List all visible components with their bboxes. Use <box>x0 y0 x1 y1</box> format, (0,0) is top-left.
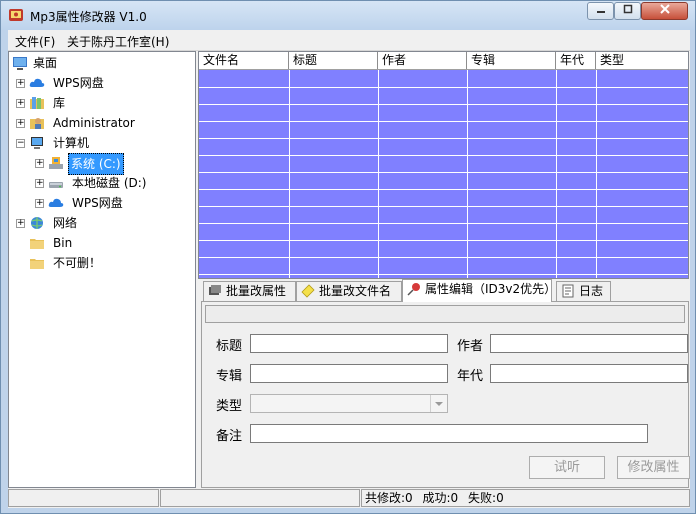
tree-item-label: 桌面 <box>33 56 58 70</box>
tab-attribute-edit[interactable]: 属性编辑（ID3v2优先） <box>402 279 556 302</box>
genre-select[interactable] <box>250 394 448 413</box>
tree-item-label: 计算机 <box>53 136 90 150</box>
expand-icon[interactable]: + <box>35 199 44 208</box>
status-counts: 共修改:0 成功:0 失败:0 <box>361 489 690 507</box>
log-icon <box>562 284 574 298</box>
tab-label: 批量改属性 <box>226 284 287 298</box>
collapse-icon[interactable]: − <box>16 139 25 148</box>
grid-rows[interactable] <box>199 70 688 278</box>
tab-log[interactable]: 日志 <box>556 281 611 301</box>
expand-icon[interactable]: + <box>16 79 25 88</box>
tree-item-label: 本地磁盘 (D:) <box>72 176 147 190</box>
preview-button[interactable]: 试听 <box>529 456 605 479</box>
column-header-author[interactable]: 作者 <box>378 52 467 69</box>
expand-icon[interactable]: + <box>16 219 25 228</box>
client-area: 桌面 + WPS网盘 + 库 + Administrator − 计算机 + 系… <box>8 51 690 488</box>
tab-label: 批量改文件名 <box>319 284 392 298</box>
album-label: 专辑 <box>216 369 243 384</box>
note-input[interactable] <box>250 424 648 443</box>
network-icon <box>31 217 43 229</box>
tree-item-label: 系统 (C:) <box>68 153 124 175</box>
tree-item-label: 库 <box>53 96 66 110</box>
menu-about[interactable]: 关于陈丹工作室(H) <box>67 33 169 50</box>
column-header-title[interactable]: 标题 <box>289 52 378 69</box>
app-window: Mp3属性修改器 V1.0 文件(F) 关于陈丹工作室(H) 桌面 + WPS网… <box>0 0 696 514</box>
folder-icon <box>30 239 44 249</box>
expand-icon[interactable]: + <box>35 159 44 168</box>
minimize-button[interactable] <box>587 2 614 20</box>
tree-item-label: 网络 <box>53 216 78 230</box>
minimize-icon <box>596 11 605 13</box>
column-header-genre[interactable]: 类型 <box>596 52 688 69</box>
tree-item-label: Administrator <box>53 116 135 130</box>
column-header-album[interactable]: 专辑 <box>467 52 556 69</box>
title-bar[interactable]: Mp3属性修改器 V1.0 <box>1 1 695 30</box>
expand-icon[interactable]: + <box>35 179 44 188</box>
system-drive-icon <box>49 157 63 169</box>
status-bar: 共修改:0 成功:0 失败:0 <box>8 488 690 508</box>
expand-icon[interactable]: + <box>16 99 25 108</box>
file-grid[interactable]: 文件名 标题 作者 专辑 年代 类型 <box>198 51 689 279</box>
success-count: 成功:0 <box>422 491 459 505</box>
folder-icon <box>30 259 44 269</box>
close-icon <box>659 4 670 14</box>
batch-edit-icon <box>209 285 221 295</box>
modified-count: 共修改:0 <box>365 491 413 505</box>
column-header-year[interactable]: 年代 <box>556 52 596 69</box>
status-pane-2 <box>160 489 360 507</box>
tab-batch-rename[interactable]: 批量改文件名 <box>296 281 402 301</box>
tree-item-label: Bin <box>53 236 73 250</box>
rename-icon <box>301 284 315 298</box>
author-label: 作者 <box>457 339 484 354</box>
note-label: 备注 <box>216 429 243 444</box>
column-header-filename[interactable]: 文件名 <box>199 52 289 69</box>
title-input[interactable] <box>250 334 448 353</box>
window-title: Mp3属性修改器 V1.0 <box>30 10 147 24</box>
tab-label: 属性编辑（ID3v2优先） <box>425 282 557 296</box>
pin-icon <box>407 283 420 296</box>
close-button[interactable] <box>641 2 688 20</box>
year-input[interactable] <box>490 364 688 383</box>
library-icon <box>30 97 44 109</box>
cloud-icon <box>48 198 64 207</box>
computer-icon <box>31 137 43 149</box>
info-strip <box>205 305 685 323</box>
author-input[interactable] <box>490 334 688 353</box>
menu-bar: 文件(F) 关于陈丹工作室(H) <box>8 30 690 51</box>
menu-file[interactable]: 文件(F) <box>15 33 55 50</box>
folder-tree[interactable]: 桌面 + WPS网盘 + 库 + Administrator − 计算机 + 系… <box>8 51 196 488</box>
tab-strip: 批量改属性 批量改文件名 属性编辑（ID3v2优先） 日志 <box>203 279 687 302</box>
title-label: 标题 <box>216 339 243 354</box>
tree-item-label: WPS网盘 <box>72 196 123 210</box>
failed-count: 失败:0 <box>468 491 504 505</box>
drive-icon <box>49 182 63 188</box>
tree-item-label: WPS网盘 <box>53 76 104 90</box>
tree-item-label: 不可删！ <box>53 256 102 270</box>
maximize-icon <box>623 4 632 14</box>
album-input[interactable] <box>250 364 448 383</box>
tab-label: 日志 <box>579 284 604 298</box>
attribute-edit-panel: 标题 作者 专辑 年代 类型 备注 试听 修改属性 <box>201 301 690 488</box>
status-pane-1 <box>8 489 159 507</box>
expand-icon[interactable]: + <box>16 119 25 128</box>
tab-batch-attributes[interactable]: 批量改属性 <box>203 281 296 301</box>
maximize-button[interactable] <box>614 2 641 20</box>
genre-label: 类型 <box>216 399 243 414</box>
chevron-down-icon[interactable] <box>430 395 447 412</box>
grid-header: 文件名 标题 作者 专辑 年代 类型 <box>199 52 688 70</box>
modify-attributes-button[interactable]: 修改属性 <box>617 456 690 479</box>
user-folder-icon <box>30 118 44 129</box>
app-icon <box>9 9 23 21</box>
cloud-icon <box>29 78 45 87</box>
desktop-icon <box>13 57 27 70</box>
year-label: 年代 <box>457 369 484 384</box>
